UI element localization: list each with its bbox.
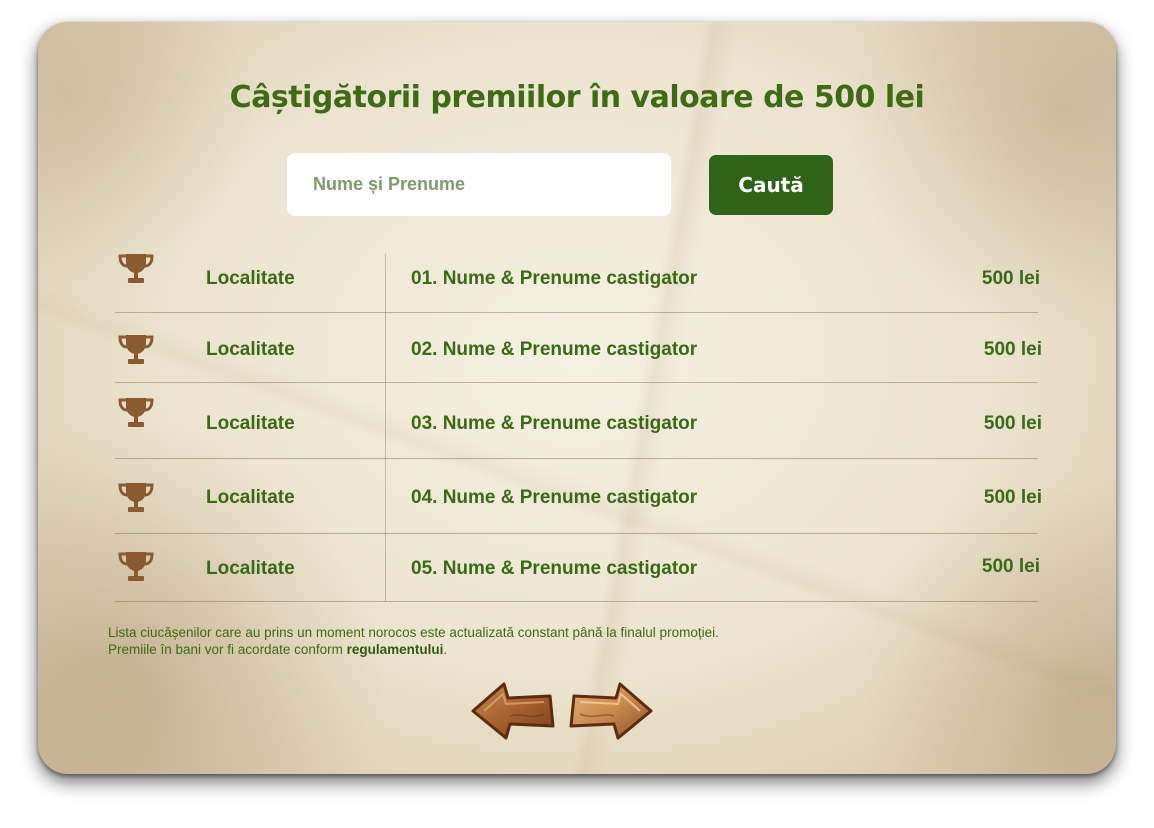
prize-amount-cell: 500 lei [983, 413, 1042, 434]
table-row: Localitate 02. Nume & Prenume castigator… [115, 313, 1042, 383]
prize-amount-cell: 500 lei [983, 339, 1042, 360]
locality-cell: Localitate [206, 268, 295, 289]
footer-line-2: Premiile în bani vor fi acordate conform… [108, 641, 928, 658]
locality-cell: Localitate [206, 413, 295, 434]
search-button[interactable]: Caută [709, 155, 833, 215]
wooden-arrow-left-icon[interactable] [470, 680, 556, 742]
row-divider [115, 601, 1038, 602]
trophy-icon [118, 254, 154, 283]
winner-name-cell: 02. Nume & Prenume castigator [411, 339, 698, 360]
rules-link[interactable]: regulamentului [347, 642, 444, 657]
locality-cell: Localitate [206, 339, 295, 360]
locality-cell: Localitate [206, 558, 295, 579]
winners-table: Localitate 01. Nume & Prenume castigator… [115, 254, 1042, 602]
prize-amount-cell: 500 lei [981, 556, 1040, 577]
prize-amount-cell: 500 lei [983, 487, 1042, 508]
winner-name-cell: 04. Nume & Prenume castigator [411, 487, 698, 508]
trophy-icon [118, 552, 154, 581]
trophy-icon [118, 398, 154, 427]
page-title: Câștigătorii premiilor în valoare de 500… [229, 80, 925, 115]
winner-name-cell: 05. Nume & Prenume castigator [411, 558, 698, 579]
table-row: Localitate 01. Nume & Prenume castigator… [115, 254, 1040, 313]
trophy-icon [118, 483, 154, 512]
prize-amount-cell: 500 lei [981, 268, 1040, 289]
table-row: Localitate 03. Nume & Prenume castigator… [115, 383, 1042, 459]
winner-name-cell: 03. Nume & Prenume castigator [411, 413, 698, 434]
search-input[interactable] [287, 153, 671, 216]
table-row: Localitate 04. Nume & Prenume castigator… [115, 459, 1042, 534]
footer-line-2-prefix: Premiile în bani vor fi acordate conform [108, 642, 347, 657]
wooden-arrow-right-icon[interactable] [568, 680, 654, 742]
footer-line-1: Lista ciucășenilor care au prins un mome… [108, 625, 719, 640]
table-row: Localitate 05. Nume & Prenume castigator… [115, 534, 1040, 602]
winners-card: Câștigătorii premiilor în valoare de 500… [38, 22, 1116, 774]
footer-line-2-suffix: . [443, 642, 448, 657]
winner-name-cell: 01. Nume & Prenume castigator [411, 268, 698, 289]
locality-cell: Localitate [206, 487, 295, 508]
trophy-icon [118, 335, 154, 364]
footer-note: Lista ciucășenilor care au prins un mome… [108, 624, 928, 658]
